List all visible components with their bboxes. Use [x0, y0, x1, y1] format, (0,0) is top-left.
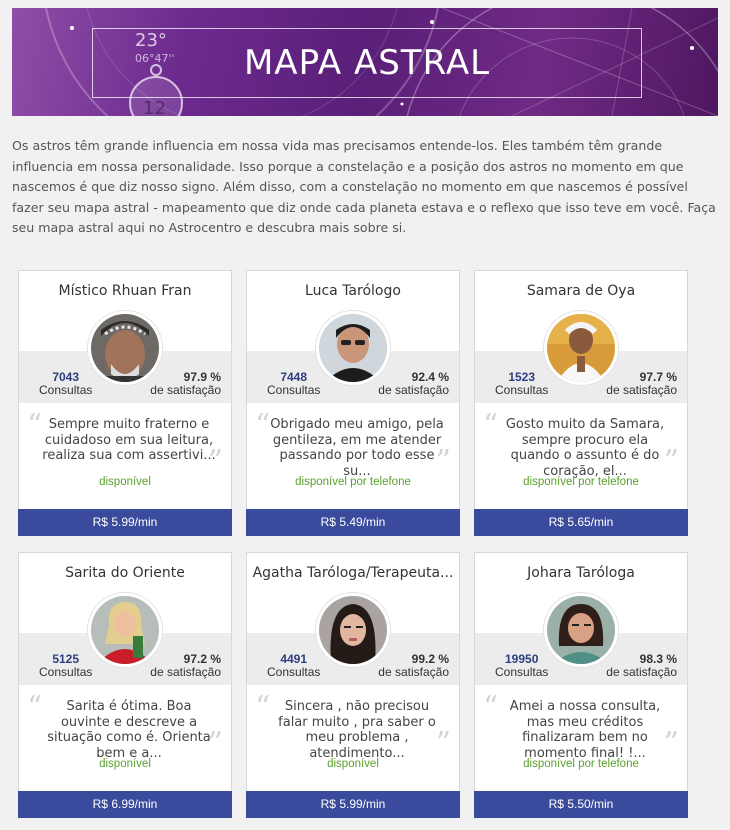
mapa-astral-banner: 23° 06°47'' 12 MAPA ASTRAL — [12, 8, 718, 116]
price-button[interactable]: R$ 5.99/min — [246, 791, 460, 818]
price-button[interactable]: R$ 5.65/min — [474, 509, 688, 536]
price-button[interactable]: R$ 6.99/min — [18, 791, 232, 818]
page-title: MAPA ASTRAL — [243, 43, 491, 83]
advisor-card[interactable]: Johara Taróloga 19950 Consultas 98.3 % d… — [474, 552, 688, 818]
agatha-avatar-icon — [319, 596, 387, 664]
quote-close-icon: ” — [207, 444, 223, 479]
testimonial-text: Sarita é ótima. Boa ouvinte e descreve a… — [47, 699, 211, 761]
satisfaction-stat: 97.7 % de satisfação — [606, 371, 677, 397]
advisor-card[interactable]: Sarita do Oriente 5125 Consultas 97.2 % … — [18, 552, 232, 818]
advisor-name[interactable]: Luca Tarólogo — [247, 283, 459, 299]
satisfaction-label: de satisfação — [606, 383, 677, 397]
satisfaction-label: de satisfação — [150, 665, 221, 679]
testimonial-text: Gosto muito da Samara, sempre procuro el… — [505, 417, 665, 479]
satisfaction-stat: 92.4 % de satisfação — [378, 371, 449, 397]
advisor-name[interactable]: Agatha Taróloga/Terapeuta... — [247, 565, 459, 581]
advisor-card[interactable]: Luca Tarólogo 7448 Consultas 92.4 % de s… — [246, 270, 460, 536]
sarita-avatar-icon — [91, 596, 159, 664]
advisor-card[interactable]: Místico Rhuan Fran 7043 Consultas 97.9 %… — [18, 270, 232, 536]
satisfaction-stat: 98.3 % de satisfação — [606, 653, 677, 679]
banner-frame: MAPA ASTRAL — [92, 28, 642, 98]
advisor-grid: Místico Rhuan Fran 7043 Consultas 97.9 %… — [18, 270, 698, 820]
satisfaction-stat: 97.9 % de satisfação — [150, 371, 221, 397]
satisfaction-label: de satisfação — [606, 665, 677, 679]
consultas-stat: 7448 Consultas — [267, 371, 320, 397]
advisor-name[interactable]: Samara de Oya — [475, 283, 687, 299]
availability-status: disponível por telefone — [295, 476, 411, 488]
satisfaction-label: de satisfação — [378, 383, 449, 397]
testimonial-text: Amei a nossa consulta, mas meu créditos … — [509, 699, 661, 761]
consultas-stat: 1523 Consultas — [495, 371, 548, 397]
quote-close-icon: ” — [435, 444, 451, 479]
satisfaction-stat: 97.2 % de satisfação — [150, 653, 221, 679]
consultas-label: Consultas — [495, 665, 549, 679]
consultas-stat: 4491 Consultas — [267, 653, 320, 679]
rhuan-avatar-icon — [91, 314, 159, 382]
availability-status: disponível — [99, 758, 151, 770]
price-button[interactable]: R$ 5.50/min — [474, 791, 688, 818]
samara-avatar-icon — [547, 314, 615, 382]
price-button[interactable]: R$ 5.49/min — [246, 509, 460, 536]
satisfaction-label: de satisfação — [150, 383, 221, 397]
quote-close-icon: ” — [663, 444, 679, 479]
advisor-name[interactable]: Johara Taróloga — [475, 565, 687, 581]
satisfaction-label: de satisfação — [378, 665, 449, 679]
consultas-label: Consultas — [39, 665, 93, 679]
banner-number-text: 12 — [143, 98, 166, 116]
testimonial-text: Sincera , não precisou falar muito , pra… — [278, 699, 436, 761]
advisor-card[interactable]: Agatha Taróloga/Terapeuta... 4491 Consul… — [246, 552, 460, 818]
intro-text: Os astros têm grande influencia em nossa… — [12, 138, 716, 235]
availability-status: disponível por telefone — [523, 476, 639, 488]
quote-close-icon: ” — [435, 726, 451, 761]
consultas-stat: 19950 Consultas — [495, 653, 548, 679]
advisor-card[interactable]: Samara de Oya 1523 Consultas 97.7 % de s… — [474, 270, 688, 536]
consultas-label: Consultas — [267, 665, 321, 679]
consultas-label: Consultas — [267, 383, 321, 397]
consultas-stat: 5125 Consultas — [39, 653, 92, 679]
testimonial-text: Sempre muito fraterno e cuidadoso em sua… — [42, 417, 216, 463]
satisfaction-stat: 99.2 % de satisfação — [378, 653, 449, 679]
availability-status: disponível — [327, 758, 379, 770]
consultas-label: Consultas — [495, 383, 549, 397]
availability-status: disponível — [99, 476, 151, 488]
luca-avatar-icon — [319, 314, 387, 382]
availability-status: disponível por telefone — [523, 758, 639, 770]
consultas-stat: 7043 Consultas — [39, 371, 92, 397]
quote-close-icon: ” — [207, 726, 223, 761]
consultas-label: Consultas — [39, 383, 93, 397]
testimonial-text: Obrigado meu amigo, pela gentileza, em m… — [270, 417, 444, 479]
quote-close-icon: ” — [663, 726, 679, 761]
johara-avatar-icon — [547, 596, 615, 664]
advisor-name[interactable]: Místico Rhuan Fran — [19, 283, 231, 299]
advisor-name[interactable]: Sarita do Oriente — [19, 565, 231, 581]
price-button[interactable]: R$ 5.99/min — [18, 509, 232, 536]
